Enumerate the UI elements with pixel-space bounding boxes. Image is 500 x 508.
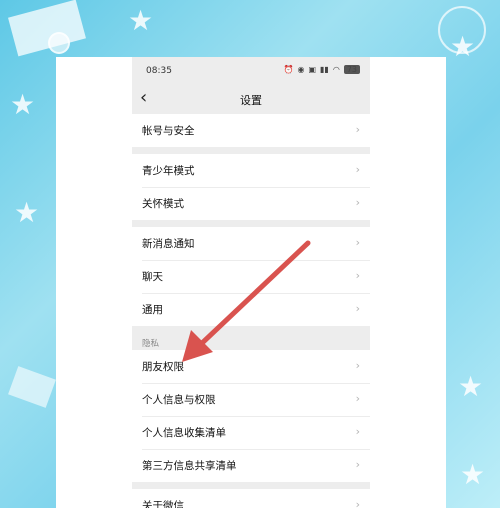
- settings-item-label: 青少年模式: [142, 165, 195, 177]
- settings-item-label: 新消息通知: [142, 238, 195, 250]
- decor-star: ★: [128, 4, 154, 37]
- settings-item-label: 通用: [142, 304, 163, 316]
- decor-star: ★: [10, 88, 36, 121]
- chevron-right-icon: ›: [355, 359, 360, 372]
- settings-item-care-mode[interactable]: 关怀模式 ›: [132, 187, 370, 220]
- settings-item-info-collection[interactable]: 个人信息收集清单 ›: [132, 416, 370, 449]
- mute-icon: ◉: [297, 65, 305, 74]
- alarm-icon: ⏰: [283, 65, 294, 74]
- settings-item-general[interactable]: 通用 ›: [132, 293, 370, 326]
- chevron-right-icon: ›: [355, 458, 360, 471]
- settings-item-friend-permissions[interactable]: 朋友权限 ›: [132, 350, 370, 383]
- decor-star: ★: [450, 30, 476, 63]
- phone-screen: 08:35 ⏰ ◉ ▣ ▮▮ ◠ 73 ‹ 设置 帐号与安全 › 青少年模式 ›…: [132, 57, 370, 508]
- wifi-icon: ◠: [332, 65, 340, 74]
- settings-item-label: 帐号与安全: [142, 125, 195, 137]
- signal-icon: ▮▮: [320, 65, 329, 74]
- chevron-right-icon: ›: [355, 302, 360, 315]
- battery-icon: 73: [343, 65, 360, 74]
- chevron-right-icon: ›: [355, 425, 360, 438]
- settings-item-label: 关怀模式: [142, 198, 184, 210]
- chevron-right-icon: ›: [355, 269, 360, 282]
- settings-item-personal-info[interactable]: 个人信息与权限 ›: [132, 383, 370, 416]
- settings-item-label: 个人信息与权限: [142, 394, 216, 406]
- settings-item-chat[interactable]: 聊天 ›: [132, 260, 370, 293]
- status-bar: 08:35 ⏰ ◉ ▣ ▮▮ ◠ 73: [132, 57, 370, 83]
- settings-item-label: 朋友权限: [142, 361, 184, 373]
- section-header-privacy: 隐私: [142, 339, 160, 349]
- settings-list: 帐号与安全 › 青少年模式 › 关怀模式 › 新消息通知 › 聊天 › 通用 ›…: [132, 114, 370, 508]
- settings-item-label: 个人信息收集清单: [142, 427, 226, 439]
- chevron-right-icon: ›: [355, 123, 360, 136]
- settings-item-label: 聊天: [142, 271, 163, 283]
- chevron-right-icon: ›: [355, 392, 360, 405]
- chevron-right-icon: ›: [355, 498, 360, 508]
- chevron-right-icon: ›: [355, 196, 360, 209]
- settings-item-about[interactable]: 关于微信 ›: [132, 489, 370, 508]
- decor-star: ★: [14, 196, 40, 229]
- settings-item-label: 关于微信: [142, 500, 184, 508]
- nav-bar: ‹ 设置: [132, 83, 370, 115]
- settings-item-notifications[interactable]: 新消息通知 ›: [132, 227, 370, 260]
- decor-star: ★: [458, 370, 484, 403]
- page-title: 设置: [240, 94, 262, 107]
- settings-item-youth-mode[interactable]: 青少年模式 ›: [132, 154, 370, 187]
- envelope-icon: [8, 0, 86, 57]
- hd-icon: ▣: [308, 65, 317, 74]
- status-icons: ⏰ ◉ ▣ ▮▮ ◠ 73: [283, 65, 360, 74]
- settings-item-label: 第三方信息共享清单: [142, 460, 237, 472]
- status-time: 08:35: [146, 66, 172, 76]
- settings-item-account[interactable]: 帐号与安全 ›: [132, 114, 370, 147]
- decor-star: ★: [460, 458, 486, 491]
- envelope-icon: [8, 366, 56, 408]
- chevron-right-icon: ›: [355, 163, 360, 176]
- chevron-right-icon: ›: [355, 236, 360, 249]
- settings-item-third-party-sharing[interactable]: 第三方信息共享清单 ›: [132, 449, 370, 482]
